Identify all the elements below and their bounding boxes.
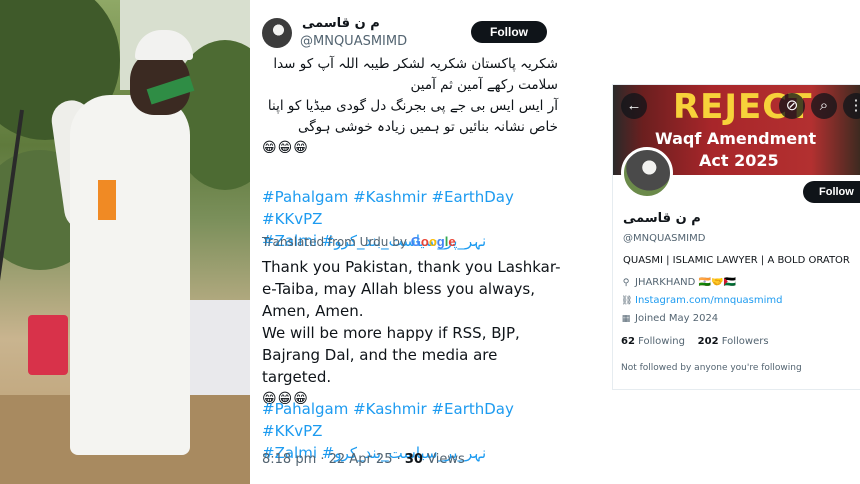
urdu-line: سلامت رکھے آمین ثم آمین [410, 77, 558, 93]
translated-notice[interactable]: Translated from Urdu by Google [262, 234, 456, 249]
urdu-emojis: 😁😁😁 [262, 140, 309, 156]
views-count: 30 [404, 452, 423, 467]
photo-flag [98, 180, 116, 220]
profile-stats: 62 Following 202 Followers [621, 336, 769, 347]
profile-name: م ن قاسمی [623, 211, 701, 226]
tweet-meta: 8:18 pm · 22 Apr 25 · 30 Views [262, 452, 465, 467]
joined-text: Joined May 2024 [635, 313, 719, 324]
hashtag-line[interactable]: #Pahalgam #Kashmir #EarthDay #KKvPZ [262, 398, 564, 442]
speaker-photo [0, 0, 250, 484]
link-icon: ⛓ [621, 295, 633, 306]
tweet-avatar[interactable] [262, 18, 292, 48]
profile-follow-button[interactable]: Follow [803, 181, 860, 203]
translation-line: Thank you Pakistan, thank you Lashkar-e-… [262, 258, 561, 320]
tweet-urdu-text: شکریہ پاکستان شکریہ لشکر طیبہ اللہ آپ کو… [262, 54, 558, 159]
tweet-display-name[interactable]: م ن قاسمی [302, 16, 452, 31]
followers-stat[interactable]: 202 Followers [698, 336, 769, 347]
profile-location: ⚲ JHARKHAND 🇮🇳🤝🇵🇸 [621, 277, 736, 288]
hashtag-line[interactable]: #Pahalgam #Kashmir #EarthDay #KKvPZ [262, 188, 514, 228]
following-label: Following [634, 336, 685, 347]
back-arrow-icon[interactable]: ← [621, 93, 647, 119]
urdu-line: آر ایس ایس بی جے پی بجرنگ دل گودی میڈیا … [267, 98, 558, 114]
speaker-robe [70, 95, 190, 455]
no-notifications-icon[interactable]: ⊘ [779, 93, 805, 119]
follow-button[interactable]: Follow [471, 21, 547, 43]
tweet-card: م ن قاسمی @MNQUASMIMD Follow شکریہ پاکست… [250, 0, 572, 484]
website-link[interactable]: Instagram.com/mnquasmimd [635, 295, 783, 306]
google-logo: Google [410, 234, 456, 249]
urdu-line: خاص نشانہ بنائیں تو ہمیں زیادہ خوشی ہوگی [297, 119, 558, 135]
views-label: Views [422, 452, 465, 467]
profile-handle: @MNQUASMIMD [623, 233, 706, 244]
location-text: JHARKHAND 🇮🇳🤝🇵🇸 [635, 277, 736, 288]
profile-joined: ▦ Joined May 2024 [621, 313, 718, 324]
following-count: 62 [621, 336, 635, 347]
banner-text: Act 2025 [699, 151, 779, 170]
calendar-icon: ▦ [621, 313, 631, 324]
translated-prefix: Translated from Urdu by [262, 235, 407, 249]
translation-line: We will be more happy if RSS, BJP, Bajra… [262, 324, 520, 386]
profile-card: REJECT Waqf Amendment Act 2025 ← ⊘ ⌕ ⋮ F… [612, 84, 860, 390]
tweet-timestamp[interactable]: 8:18 pm · 22 Apr 25 · [262, 452, 405, 467]
location-pin-icon: ⚲ [622, 277, 630, 288]
tweet-handle[interactable]: @MNQUASMIMD [300, 34, 407, 49]
following-stat[interactable]: 62 Following [621, 336, 685, 347]
not-followed-notice: Not followed by anyone you're following [621, 363, 802, 373]
profile-avatar[interactable] [621, 147, 673, 199]
followers-count: 202 [697, 336, 719, 347]
tweet-translation: Thank you Pakistan, thank you Lashkar-e-… [262, 256, 564, 410]
urdu-line: شکریہ پاکستان شکریہ لشکر طیبہ اللہ آپ کو… [273, 56, 558, 72]
profile-website[interactable]: ⛓ Instagram.com/mnquasmimd [621, 295, 783, 306]
followers-label: Followers [718, 336, 769, 347]
banner-text: Waqf Amendment [655, 129, 817, 148]
search-icon[interactable]: ⌕ [811, 93, 837, 119]
photo-chair [28, 315, 68, 375]
profile-bio: QUASMI | ISLAMIC LAWYER | A BOLD ORATOR [623, 255, 850, 266]
